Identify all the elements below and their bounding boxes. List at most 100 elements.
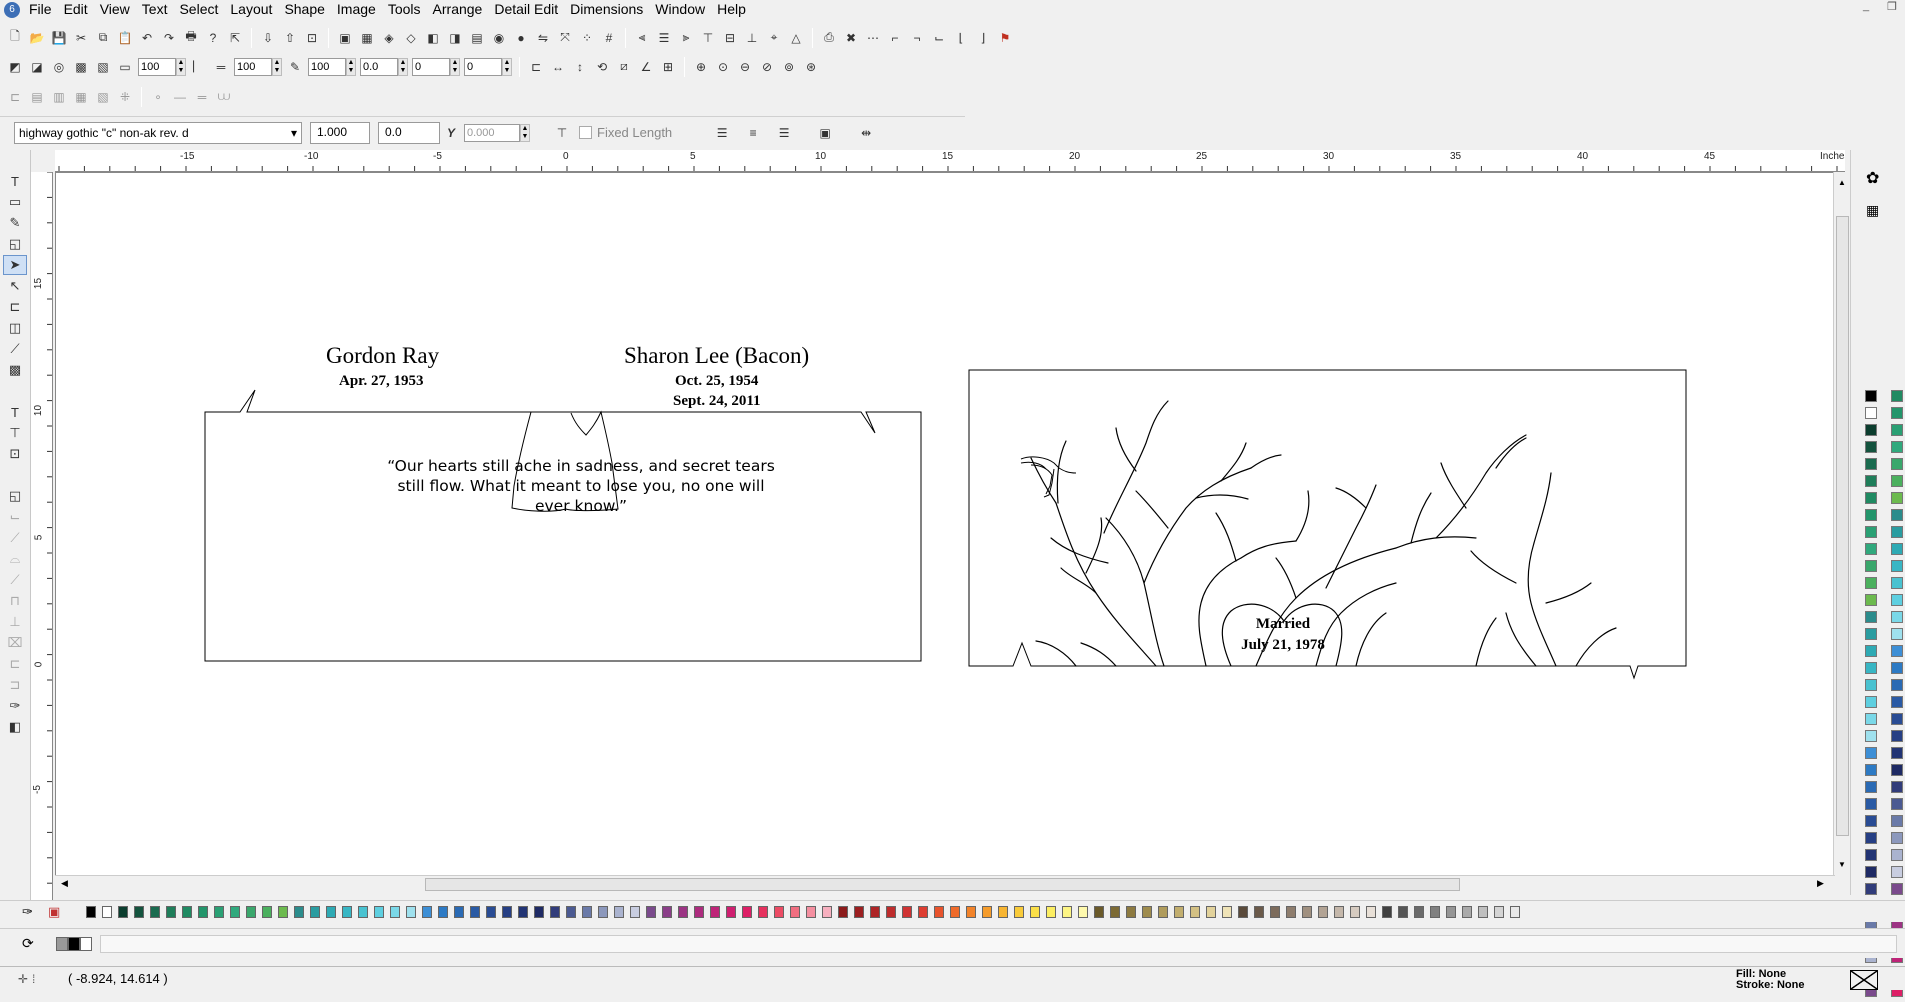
- color-swatch[interactable]: [1865, 543, 1877, 555]
- color-swatch[interactable]: [1865, 526, 1877, 538]
- color-swatch[interactable]: [1865, 458, 1877, 470]
- font-select[interactable]: highway gothic "c" non-ak rev. d ▾: [14, 121, 302, 144]
- eyedropper-tool-icon[interactable]: ✑: [3, 696, 27, 716]
- horizontal-dim-icon[interactable]: ↔: [548, 57, 568, 77]
- rotate-icon[interactable]: ⟲: [592, 57, 612, 77]
- color-swatch[interactable]: [422, 905, 432, 918]
- color-swatch[interactable]: [358, 905, 368, 918]
- center-page-icon[interactable]: ⌖: [764, 28, 784, 48]
- date-gordon[interactable]: Apr. 27, 1953: [339, 373, 423, 390]
- zoom-all-icon[interactable]: ⊚: [779, 57, 799, 77]
- color-swatch[interactable]: [166, 905, 176, 918]
- horizontal-scrollbar[interactable]: ◀ ▶: [55, 875, 1835, 892]
- color-swatch[interactable]: [230, 905, 240, 918]
- minimize-icon[interactable]: _: [1853, 0, 1879, 16]
- color-swatch[interactable]: [1891, 611, 1903, 623]
- mirror-icon[interactable]: ⇋: [533, 28, 553, 48]
- tool-e-icon[interactable]: ⌋: [973, 28, 993, 48]
- stroke-icon[interactable]: ▭: [115, 57, 135, 77]
- name-sharon[interactable]: Sharon Lee (Bacon): [624, 343, 809, 369]
- color-swatch[interactable]: [1222, 905, 1232, 918]
- vertical-scroll-thumb[interactable]: [1836, 216, 1849, 836]
- menu-layout[interactable]: Layout: [224, 0, 278, 19]
- color-swatch[interactable]: [646, 905, 656, 918]
- width-dim-icon[interactable]: ⊏: [526, 57, 546, 77]
- color-swatch[interactable]: [710, 905, 720, 918]
- color-swatch[interactable]: [870, 905, 880, 918]
- color-swatch[interactable]: [198, 905, 208, 918]
- scroll-up-icon[interactable]: ▲: [1838, 178, 1846, 187]
- color-swatch[interactable]: [1865, 781, 1877, 793]
- color-swatch[interactable]: [1891, 441, 1903, 453]
- path-icon[interactable]: ⋯: [863, 28, 883, 48]
- color-swatch[interactable]: [1891, 730, 1903, 742]
- color-swatch[interactable]: [1891, 594, 1903, 606]
- color-swatch[interactable]: [1142, 905, 1152, 918]
- color-swatch[interactable]: [1865, 407, 1877, 419]
- grid-snap-icon[interactable]: ⁞: [32, 972, 35, 986]
- text-frame-icon[interactable]: ▣: [815, 123, 835, 143]
- name-gordon[interactable]: Gordon Ray: [326, 343, 439, 369]
- align-bottom-icon[interactable]: ⊥: [742, 28, 762, 48]
- color-swatch[interactable]: [1510, 905, 1520, 918]
- gradient-icon[interactable]: ◪: [27, 57, 47, 77]
- color-swatch[interactable]: [1891, 832, 1903, 844]
- color-swatch[interactable]: [454, 905, 464, 918]
- number-icon[interactable]: #: [599, 28, 619, 48]
- color-swatch[interactable]: [1891, 713, 1903, 725]
- grid-tool-icon[interactable]: ▩: [3, 360, 27, 380]
- outline-icon[interactable]: ◇: [401, 28, 421, 48]
- color-swatch[interactable]: [1865, 475, 1877, 487]
- dim-tool-b-icon[interactable]: ⟋: [3, 528, 27, 548]
- color-swatch[interactable]: [582, 905, 592, 918]
- undo-icon[interactable]: ↶: [137, 28, 157, 48]
- menu-shape[interactable]: Shape: [278, 0, 330, 19]
- color-wheel-icon[interactable]: ✿: [1866, 168, 1879, 188]
- color-swatch[interactable]: [1891, 815, 1903, 827]
- tool-d-icon[interactable]: ⌊: [951, 28, 971, 48]
- color-swatch[interactable]: [1865, 696, 1877, 708]
- color-swatch[interactable]: [566, 905, 576, 918]
- color-swatch[interactable]: [918, 905, 928, 918]
- text-tool-2-icon[interactable]: T: [3, 402, 27, 422]
- color-swatch[interactable]: [374, 905, 384, 918]
- color-swatch[interactable]: [1046, 905, 1056, 918]
- color-swatch[interactable]: [1126, 905, 1136, 918]
- menu-text[interactable]: Text: [136, 0, 174, 19]
- color-swatch[interactable]: [1891, 645, 1903, 657]
- color-swatch[interactable]: [1891, 866, 1903, 878]
- color-swatch[interactable]: [678, 905, 688, 918]
- color-swatch[interactable]: [1865, 798, 1877, 810]
- color-tool-icon[interactable]: ◧: [3, 717, 27, 737]
- color-swatch[interactable]: [854, 905, 864, 918]
- skew-icon[interactable]: ⧄: [614, 57, 634, 77]
- color-swatch[interactable]: [294, 905, 304, 918]
- break-icon[interactable]: ◨: [445, 28, 465, 48]
- color-swatch[interactable]: [1865, 509, 1877, 521]
- color-swatch[interactable]: [1891, 424, 1903, 436]
- scale-stepper[interactable]: 100 ▲ ▼: [308, 57, 356, 77]
- align-right-icon[interactable]: ⫸: [676, 28, 696, 48]
- app-icon[interactable]: 6: [4, 1, 20, 18]
- color-swatch[interactable]: [246, 905, 256, 918]
- zoom-in-icon[interactable]: ⊕: [691, 57, 711, 77]
- detail-i-icon[interactable]: ═: [192, 87, 212, 107]
- zoom-out-icon[interactable]: ⊖: [735, 57, 755, 77]
- angle-dim-icon[interactable]: ∠: [636, 57, 656, 77]
- align-middle-icon[interactable]: ⊟: [720, 28, 740, 48]
- help-icon[interactable]: ?: [203, 28, 223, 48]
- color-swatch[interactable]: [1891, 798, 1903, 810]
- copy-icon[interactable]: ⧉: [93, 28, 113, 48]
- color-swatch[interactable]: [1891, 696, 1903, 708]
- color-swatch[interactable]: [886, 905, 896, 918]
- text-fit-icon[interactable]: ⇹: [856, 123, 876, 143]
- distort-icon[interactable]: ⤧: [555, 28, 575, 48]
- color-swatch[interactable]: [1865, 390, 1877, 402]
- color-swatch[interactable]: [806, 905, 816, 918]
- eyedropper-icon[interactable]: ✑: [22, 904, 40, 920]
- color-swatch[interactable]: [630, 905, 640, 918]
- shape-tool-icon[interactable]: ◱: [3, 234, 27, 254]
- warning-icon[interactable]: △: [786, 28, 806, 48]
- menu-image[interactable]: Image: [331, 0, 382, 19]
- color-swatch[interactable]: [1350, 905, 1360, 918]
